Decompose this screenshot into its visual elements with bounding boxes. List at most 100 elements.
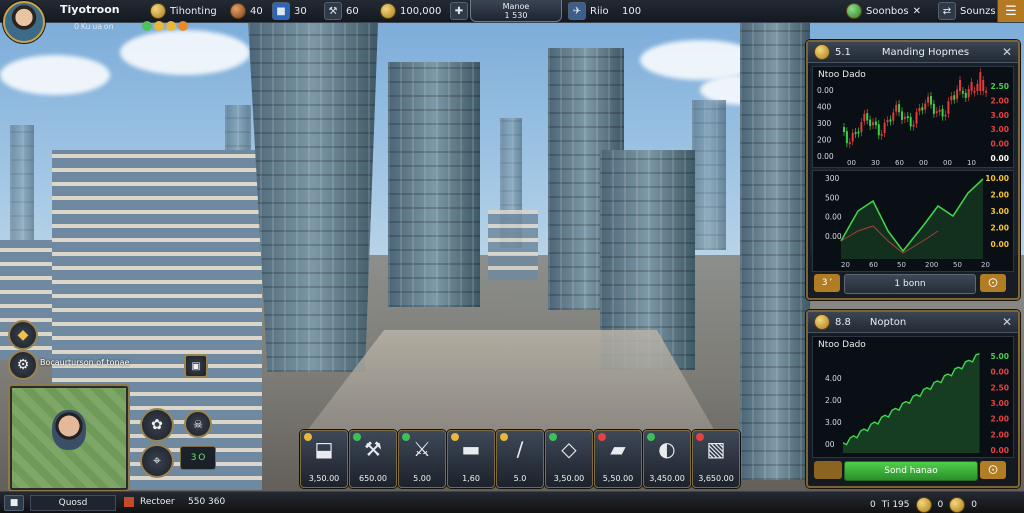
stat-plane[interactable]: ✈ Riio — [568, 2, 609, 20]
stat-shield-label: 30 — [294, 5, 307, 17]
map-label-text: 3 O — [190, 453, 206, 463]
price-label: 3.00 — [990, 399, 1009, 408]
slot-price: 5.0 — [513, 474, 527, 483]
center-info-panel[interactable]: Manoe 1 530 — [470, 0, 562, 22]
x-axis-label: 20 — [981, 261, 990, 269]
status-online[interactable]: Soonbos ✕ — [846, 3, 921, 19]
panel-right-button[interactable]: ⨀ — [980, 274, 1006, 292]
player-profile[interactable]: Tiyotroon 0 Ku ua on — [0, 0, 188, 43]
price-label: 0.00 — [990, 446, 1009, 455]
candle — [903, 116, 906, 120]
candlestick-svg: 0.00 400 300 200 0.00 2.50 2.00 3.00 3.00 0.00 0.0… — [817, 68, 1009, 167]
x-axis-label: 60 — [895, 159, 904, 167]
tools-icon: ✚ — [450, 2, 468, 20]
tools-button[interactable]: ✚ — [450, 2, 468, 20]
panel-center-button[interactable]: 1 bonn — [844, 274, 976, 294]
panel-left-button[interactable]: 3 ’ — [814, 274, 840, 292]
alert-button[interactable]: ◆ — [8, 320, 38, 350]
price-label: 0.00 — [990, 140, 1009, 149]
market-panel-title: Manding Hopmes — [881, 46, 970, 58]
hotbar-slot[interactable]: ▧ 3,650.00 — [692, 430, 740, 488]
send-button[interactable]: Sond hanao — [844, 461, 978, 481]
stat-money[interactable]: 100,000 — [380, 3, 441, 19]
candle — [892, 112, 895, 121]
stat-bronze[interactable]: 40 — [230, 3, 263, 19]
status-sub[interactable]: ⇄ Sounzs — [938, 2, 996, 20]
candle — [895, 104, 898, 112]
stat-gold[interactable]: Tihonting — [150, 3, 217, 19]
slot-price: 3,450.00 — [649, 474, 685, 483]
close-icon[interactable]: ✕ — [1002, 45, 1012, 59]
candle — [970, 81, 973, 91]
candle — [889, 119, 892, 122]
pet-button[interactable]: ✿ — [140, 408, 174, 442]
avatar[interactable] — [3, 1, 45, 43]
panel-center-label: 1 bonn — [894, 279, 926, 289]
secondary-panel-prefix: 8.8 — [835, 316, 851, 328]
price-label: 2.00 — [990, 415, 1009, 424]
candle — [985, 90, 988, 93]
y-axis-label: 2.00 — [825, 396, 842, 405]
price-label: 0.00 — [990, 240, 1009, 249]
candle — [979, 72, 982, 91]
candle — [947, 101, 950, 114]
hotbar-slot[interactable]: ⚔ 5.00 — [398, 430, 446, 488]
candle — [843, 127, 845, 132]
candle — [860, 122, 863, 133]
candle — [906, 116, 909, 119]
candle — [872, 122, 874, 126]
candle — [880, 133, 883, 136]
player-subtitle: 0 Ku ua on — [74, 22, 114, 31]
crosshair-button[interactable]: ⌖ — [140, 444, 174, 478]
candle — [883, 122, 886, 134]
stat-wrench[interactable]: ⚒ 60 — [324, 2, 359, 20]
minimap[interactable] — [8, 384, 130, 492]
price-label: 2.00 — [990, 191, 1009, 200]
hotbar-slot[interactable]: ∕ 5.0 — [496, 430, 544, 488]
wrench-icon: ⚒ — [324, 2, 342, 20]
y-axis-label: 0.00 — [825, 232, 842, 241]
candle — [935, 111, 938, 114]
hotbar-slot[interactable]: ◐ 3,450.00 — [643, 430, 691, 488]
quest-text: Bocaurturson of tonae — [40, 358, 130, 367]
candle — [912, 124, 915, 127]
panel2-right-button[interactable]: ⨀ — [980, 461, 1006, 479]
market-panel-header: 5.1 Manding Hopmes ✕ — [808, 42, 1018, 63]
x-axis-label: 200 — [925, 261, 938, 269]
candle — [932, 103, 935, 114]
line-area-fill — [841, 179, 983, 259]
panel2-left-button[interactable] — [814, 461, 842, 479]
quest-log-button[interactable]: ■ — [4, 495, 24, 511]
hotbar-slot[interactable]: ◇ 3,50.00 — [545, 430, 593, 488]
quest-label-box[interactable]: Quosd — [30, 495, 116, 511]
stat-shield[interactable]: ■ 30 — [272, 2, 307, 20]
candle — [918, 108, 921, 112]
gold-coin-icon — [150, 3, 166, 19]
stat-time-label: 100 — [622, 5, 642, 17]
skull-button[interactable]: ☠ — [184, 410, 212, 438]
center-title: Manoe — [502, 2, 530, 11]
hotbar-slot[interactable]: ▬ 1,60 — [447, 430, 495, 488]
close-icon[interactable]: ✕ — [913, 6, 921, 17]
hotbar-slot[interactable]: ⬓ 3,50.00 — [300, 430, 348, 488]
slot-price: 1,60 — [462, 474, 480, 483]
area-chart: Ntoo Dado 4.00 2.00 3.00 00 5.00 0.00 2.50 3.00… — [812, 336, 1014, 458]
settings-side-button[interactable]: ⚙ — [8, 350, 38, 380]
stat-wrench-label: 60 — [346, 5, 359, 17]
send-button-label: Sond hanao — [884, 466, 938, 476]
shield-icon: ■ — [272, 2, 290, 20]
crosshair-icon: ⌖ — [153, 453, 161, 469]
close-icon[interactable]: ✕ — [1002, 315, 1012, 329]
candle — [854, 132, 857, 135]
candle — [848, 142, 851, 145]
hotbar-slot[interactable]: ⚒ 650.00 — [349, 430, 397, 488]
map-toggle-button[interactable]: ▣ — [184, 354, 208, 378]
skull-icon: ☠ — [193, 417, 203, 431]
area-fill — [843, 353, 980, 453]
price-label: 3.00 — [990, 125, 1009, 134]
candle — [909, 116, 912, 127]
gold-gem-icon — [166, 21, 176, 31]
hotbar-slot[interactable]: ▰ 5,50.00 — [594, 430, 642, 488]
candle — [851, 132, 854, 142]
menu-button[interactable]: ☰ — [997, 0, 1024, 22]
